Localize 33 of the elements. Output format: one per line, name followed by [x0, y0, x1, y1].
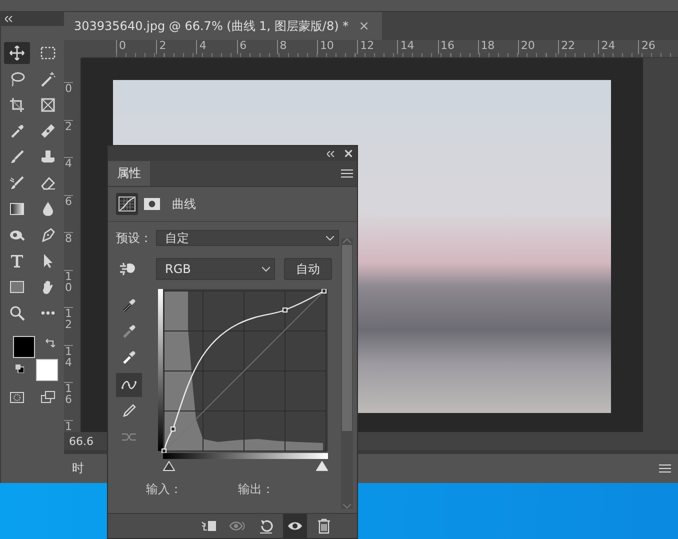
foreground-color-swatch[interactable] [13, 336, 35, 358]
horizontal-ruler: 0 2 4 6 8 10 12 14 16 18 20 22 24 26 [82, 40, 678, 58]
auto-button[interactable]: 自动 [284, 258, 332, 280]
output-label: 输出： [238, 481, 274, 498]
zoom-level: 66.6 [69, 434, 94, 448]
vertical-ruler: 0 2 4 6 8 10 12 14 16 1 [64, 58, 81, 432]
panel-menu-icon[interactable] [658, 464, 671, 473]
collapse-icon[interactable] [327, 150, 335, 156]
preset-dropdown[interactable]: 自定 [156, 230, 339, 246]
channel-dropdown[interactable]: RGB [156, 258, 275, 280]
input-highlight-slider[interactable] [316, 461, 328, 471]
close-tab-button[interactable]: × [358, 18, 370, 34]
mask-icon[interactable] [144, 198, 160, 210]
preset-label: 预设： [116, 230, 152, 246]
curves-graph[interactable] [158, 289, 328, 453]
properties-tab[interactable]: 属性 [108, 161, 150, 186]
eye-icon[interactable] [283, 514, 307, 538]
default-colors-icon[interactable] [15, 364, 24, 373]
close-icon[interactable] [345, 150, 352, 157]
move-tool-icon[interactable] [4, 42, 30, 64]
swap-colors-icon[interactable] [45, 338, 55, 348]
collapse-icon[interactable] [5, 16, 13, 22]
input-label: 输入： [146, 481, 183, 498]
curve-point-icon[interactable] [116, 373, 142, 397]
curves-icon[interactable] [116, 193, 138, 215]
adjustment-name: 曲线 [172, 196, 196, 212]
input-shadow-slider[interactable] [163, 461, 175, 471]
document-title: 303935640.jpg @ 66.7% (曲线 1, 图层蒙版/8) * [74, 18, 349, 34]
panel-tab[interactable]: 时 [72, 460, 84, 477]
caret-icon[interactable] [262, 266, 270, 272]
background-color-swatch[interactable] [36, 359, 58, 381]
document-tab[interactable]: 303935640.jpg @ 66.7% (曲线 1, 图层蒙版/8) * × [64, 12, 382, 40]
caret-icon[interactable] [326, 236, 334, 240]
